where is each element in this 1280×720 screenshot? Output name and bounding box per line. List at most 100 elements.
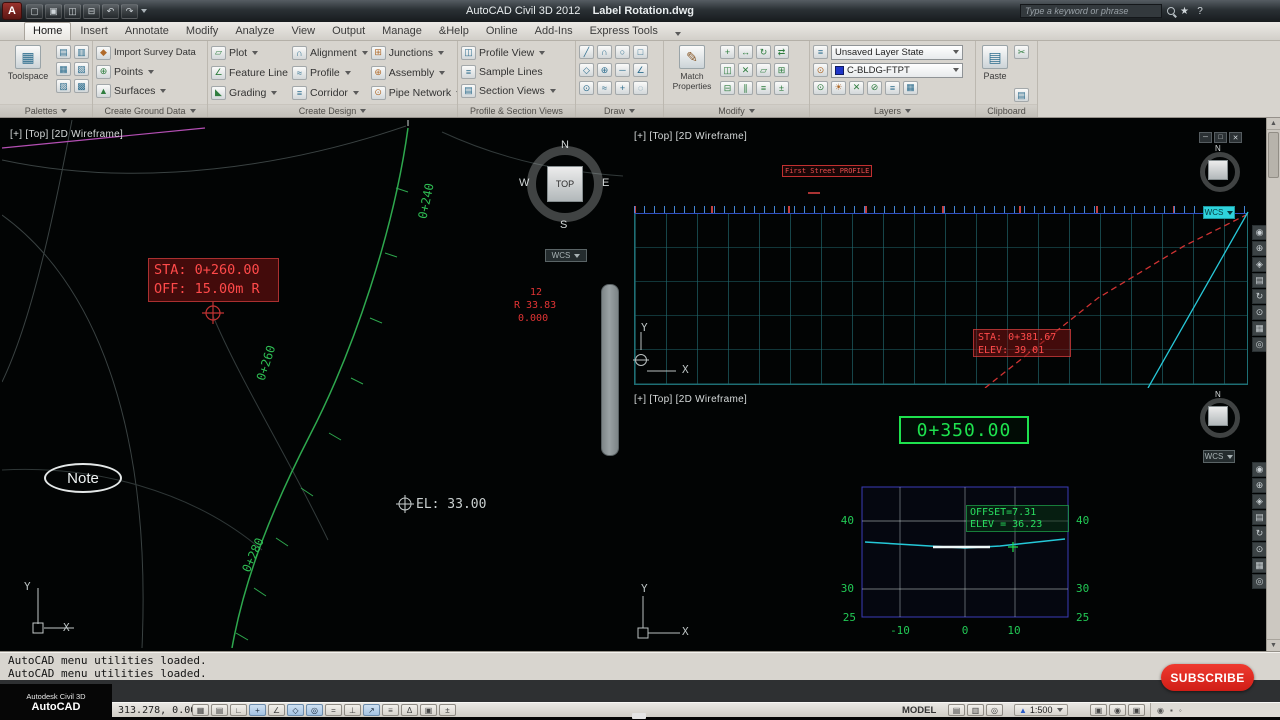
grading-button[interactable]: ◣Grading	[211, 83, 289, 102]
command-line-window[interactable]: AutoCAD menu utilities loaded. AutoCAD m…	[0, 651, 1280, 680]
viewcube[interactable]	[1208, 160, 1228, 180]
surfaces-button[interactable]: ▲ Surfaces	[96, 81, 204, 100]
plot-icon[interactable]: ⊟	[83, 4, 100, 19]
wcs-dropdown[interactable]: WCS	[1203, 450, 1235, 463]
coordinate-readout[interactable]: 313.278, 0.000	[118, 705, 202, 716]
workspace-icon[interactable]: ▣	[1128, 704, 1145, 716]
tab-online[interactable]: Online	[478, 23, 526, 40]
scale-tool-icon[interactable]: ⊞	[774, 63, 789, 77]
layer-dropdown[interactable]: C-BLDG-FTPT	[831, 63, 963, 78]
redo-icon[interactable]: ↷	[121, 4, 138, 19]
offset-tool-icon[interactable]: ▱	[756, 63, 771, 77]
angle-tool-icon[interactable]: ∠	[633, 63, 648, 77]
layer-bulb-icon[interactable]: ⊙	[813, 63, 828, 77]
array-tool-icon[interactable]: ◫	[720, 63, 735, 77]
circle-tool-icon[interactable]: ○	[615, 45, 630, 59]
scroll-down-arrow[interactable]: ▼	[1267, 639, 1280, 651]
tab-home[interactable]: Home	[24, 22, 71, 40]
spline-tool-icon[interactable]: ≈	[597, 81, 612, 95]
section-views-button[interactable]: ▤Section Views	[461, 81, 572, 100]
viewport-scrollbar[interactable]	[601, 284, 619, 456]
points-button[interactable]: ⊕ Points	[96, 62, 204, 81]
layer-thaw-icon[interactable]: ☀	[831, 81, 846, 95]
sample-lines-button[interactable]: ≡Sample Lines	[461, 62, 572, 81]
full-nav-wheel-icon[interactable]: ◉	[1252, 462, 1267, 477]
layer-properties-icon[interactable]: ≡	[885, 81, 900, 95]
search-icon[interactable]	[1167, 7, 1175, 15]
viewport-restore-icon[interactable]: □	[1214, 132, 1227, 143]
ribbon-minimize-button[interactable]	[675, 32, 681, 36]
layer-state-dropdown[interactable]: Unsaved Layer State	[831, 45, 963, 60]
qp-toggle[interactable]: ▣	[420, 704, 437, 716]
layer-match-icon[interactable]: ▦	[903, 81, 918, 95]
explode-tool-icon[interactable]: ≡	[756, 81, 771, 95]
new-icon[interactable]: ▢	[26, 4, 43, 19]
hatch-tool-icon[interactable]: ⊕	[597, 63, 612, 77]
profile-button[interactable]: ≈Profile	[292, 63, 368, 82]
layer-state-icon[interactable]: ≡	[813, 45, 828, 59]
showmotion-icon[interactable]: ↻	[1252, 526, 1267, 541]
model-space-button[interactable]: MODEL	[902, 705, 936, 716]
layout-icon[interactable]: ▤	[948, 704, 965, 716]
tray-icon[interactable]: ◦	[1179, 706, 1182, 715]
target-nav-icon[interactable]: ◎	[1252, 574, 1267, 589]
viewcube-east[interactable]: E	[602, 177, 609, 189]
tab-addins[interactable]: Add-Ins	[527, 23, 581, 40]
wcs-dropdown[interactable]: WCS	[545, 249, 587, 262]
section-station-label[interactable]: 0+350.00	[899, 416, 1029, 444]
toolspace-button[interactable]: ▦ Toolspace	[3, 43, 53, 102]
polygon-tool-icon[interactable]: ◇	[579, 63, 594, 77]
import-survey-data-button[interactable]: ◆ Import Survey Data	[96, 43, 204, 62]
copy-icon[interactable]: ▤	[1014, 88, 1029, 102]
panel-footer-create-design[interactable]: Create Design	[208, 104, 457, 117]
grid-nav-icon[interactable]: ▦	[1252, 558, 1267, 573]
tray-icon[interactable]: ◉	[1157, 706, 1164, 715]
cut-icon[interactable]: ✂	[1014, 45, 1029, 59]
target-nav-icon[interactable]: ◎	[1252, 337, 1267, 352]
viewport-close-icon[interactable]: ✕	[1229, 132, 1242, 143]
scrollbar-thumb[interactable]	[1268, 132, 1279, 178]
application-menu-button[interactable]: A	[2, 2, 22, 20]
help-icon[interactable]: ?	[1194, 5, 1206, 17]
pan-icon[interactable]: ⊕	[1252, 241, 1267, 256]
rectangle-tool-icon[interactable]: □	[633, 45, 648, 59]
erase-tool-icon[interactable]: ✕	[738, 63, 753, 77]
move-tool-icon[interactable]: +	[720, 45, 735, 59]
annotation-visibility-icon[interactable]: ▣	[1090, 704, 1107, 716]
dyn-toggle[interactable]: ↗	[363, 704, 380, 716]
steering-icon[interactable]: ⊙	[1252, 542, 1267, 557]
3dosnap-toggle[interactable]: ◎	[306, 704, 323, 716]
trim-tool-icon[interactable]: ⊟	[720, 81, 735, 95]
viewcube[interactable]: TOP	[547, 166, 583, 202]
showmotion-icon[interactable]: ↻	[1252, 289, 1267, 304]
lwt-toggle[interactable]: ≡	[382, 704, 399, 716]
grid-nav-icon[interactable]: ▦	[1252, 321, 1267, 336]
layer-lock-icon[interactable]: ⊘	[867, 81, 882, 95]
wcs-dropdown[interactable]: WCS	[1203, 206, 1235, 219]
region-tool-icon[interactable]: ◌	[633, 81, 648, 95]
undo-icon[interactable]: ↶	[102, 4, 119, 19]
layer-off-icon[interactable]: ✕	[849, 81, 864, 95]
arc-tool-icon[interactable]: ∩	[597, 45, 612, 59]
tab-express-tools[interactable]: Express Tools	[582, 23, 666, 40]
qat-dropdown-caret[interactable]	[141, 9, 147, 13]
panel-footer-palettes[interactable]: Palettes	[0, 104, 92, 117]
pan-icon[interactable]: ⊕	[1252, 478, 1267, 493]
pipe-network-button[interactable]: ⊙Pipe Network	[371, 83, 457, 102]
parallel-tool-icon[interactable]: ∥	[738, 81, 753, 95]
otrack-toggle[interactable]: =	[325, 704, 342, 716]
snap-toggle[interactable]: ▤	[211, 704, 228, 716]
zoom-icon[interactable]: ◈	[1252, 257, 1267, 272]
assembly-button[interactable]: ⊕Assembly	[371, 63, 457, 82]
rotate-tool-icon[interactable]: ↻	[756, 45, 771, 59]
viewcube-north[interactable]: N	[561, 139, 569, 151]
polyline-tool-icon[interactable]: ─	[615, 63, 630, 77]
zoom-icon[interactable]: ◈	[1252, 494, 1267, 509]
viewcube[interactable]	[1208, 406, 1228, 426]
palette-icon[interactable]: ▤	[56, 45, 71, 59]
tab-insert[interactable]: Insert	[72, 23, 116, 40]
favorites-icon[interactable]: ★	[1180, 6, 1189, 17]
fillet-tool-icon[interactable]: ±	[774, 81, 789, 95]
tab-help[interactable]: &Help	[431, 23, 477, 40]
station-offset-label[interactable]: STA: 0+260.00 OFF: 15.00m R	[148, 258, 279, 302]
